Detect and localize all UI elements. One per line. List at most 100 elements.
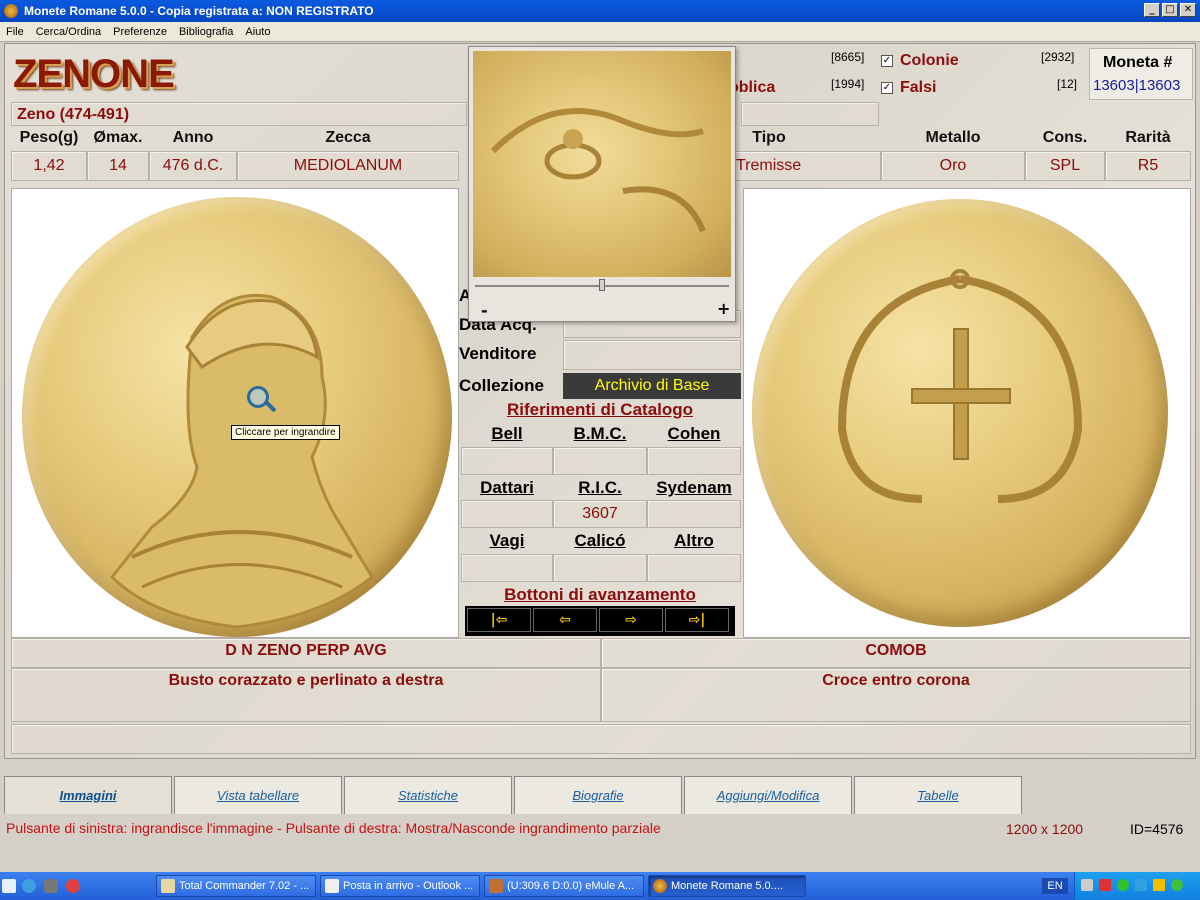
- tray-k-icon[interactable]: [1099, 879, 1111, 891]
- menu-file[interactable]: File: [0, 26, 30, 38]
- obverse-coin[interactable]: [22, 197, 452, 637]
- catalog-altro-value[interactable]: [647, 554, 741, 582]
- header-anno: Anno: [172, 129, 214, 146]
- nav-prev-button[interactable]: ⇦: [533, 608, 597, 632]
- tab-immagini[interactable]: Immagini: [4, 776, 172, 814]
- tray-blue-icon[interactable]: [1135, 879, 1147, 891]
- notes-cell: [11, 724, 1191, 754]
- task-emule[interactable]: (U:309.6 D:0.0) eMule A...: [484, 875, 644, 897]
- menu-preferenze[interactable]: Preferenze: [107, 26, 173, 38]
- tab-biografie[interactable]: Biografie: [514, 776, 682, 814]
- reverse-coin[interactable]: [752, 199, 1168, 627]
- menu-aiuto[interactable]: Aiuto: [239, 26, 276, 38]
- value-cons: SPL: [1025, 151, 1105, 181]
- window-title: Monete Romane 5.0.0 - Copia registrata a…: [24, 4, 374, 18]
- status-hint: Pulsante di sinistra: ingrandisce l'imma…: [6, 820, 661, 836]
- quicklaunch-media-icon[interactable]: [22, 879, 36, 893]
- quicklaunch-app-icon[interactable]: [44, 879, 58, 893]
- catalog-vagi-value[interactable]: [461, 554, 553, 582]
- catalog-ric-value[interactable]: 3607: [553, 500, 647, 528]
- nav-next-button[interactable]: ⇨: [599, 608, 663, 632]
- value-rarita: R5: [1105, 151, 1191, 181]
- catalog-bmc-label: B.M.C.: [573, 424, 627, 443]
- tray-status-icon[interactable]: [1171, 879, 1183, 891]
- filter-1-checkbox[interactable]: ✓: [881, 55, 893, 67]
- nav-first-button[interactable]: |⇦: [467, 608, 531, 632]
- reign-cell-right: [741, 102, 879, 126]
- emperor-name: ZENONE: [13, 52, 175, 96]
- falsi-count: [12]: [1057, 77, 1078, 91]
- tab-tabelle[interactable]: Tabelle: [854, 776, 1022, 814]
- catalog-bell-value[interactable]: [461, 447, 553, 475]
- falsi-label: Falsi: [900, 79, 937, 96]
- coin-icon: [653, 879, 667, 893]
- zoom-popup[interactable]: - +: [468, 46, 736, 322]
- task-total-commander[interactable]: Total Commander 7.02 - ...: [156, 875, 316, 897]
- tab-vista-tabellare[interactable]: Vista tabellare: [174, 776, 342, 814]
- minimize-button[interactable]: _: [1144, 3, 1160, 17]
- header-peso: Peso(g): [19, 129, 79, 146]
- header-diametro: Ømax.: [93, 129, 143, 146]
- nav-title: Bottoni di avanzamento: [504, 585, 696, 604]
- zoom-detail-drawing: [490, 108, 706, 233]
- catalog-vagi-label: Vagi: [489, 531, 525, 550]
- obverse-bust-drawing: [109, 293, 374, 629]
- catalog-altro-label: Altro: [674, 531, 714, 550]
- reverse-description: Croce entro corona: [822, 672, 970, 689]
- status-size: 1200 x 1200: [1006, 821, 1084, 837]
- catalog-cohen-value[interactable]: [647, 447, 741, 475]
- tab-statistiche[interactable]: Statistiche: [344, 776, 512, 814]
- obverse-legend: D N ZENO PERP AVG: [225, 642, 387, 659]
- reverse-image[interactable]: [743, 188, 1191, 638]
- catalog-dattari-label: Dattari: [480, 478, 534, 497]
- app-coin-icon: [4, 4, 18, 18]
- system-tray: [1074, 872, 1200, 900]
- filter-2-checkbox[interactable]: ✓: [881, 82, 893, 94]
- nav-last-button[interactable]: ⇨|: [665, 608, 729, 632]
- catalog-bmc-value[interactable]: [553, 447, 647, 475]
- status-id: ID=4576: [1130, 821, 1184, 837]
- catalog-sydenam-label: Sydenam: [656, 478, 732, 497]
- collezione-field[interactable]: Archivio di Base: [563, 373, 741, 399]
- menu-bibliografia[interactable]: Bibliografia: [173, 26, 239, 38]
- filter-1-count: [8665]: [831, 50, 865, 64]
- moneta-label: Moneta #: [1103, 54, 1173, 71]
- catalog-calico-label: Calicó: [574, 531, 626, 550]
- tray-network-icon[interactable]: [1081, 879, 1093, 891]
- maximize-button[interactable]: □: [1162, 3, 1178, 17]
- tab-aggiungi-modifica[interactable]: Aggiungi/Modifica: [684, 776, 852, 814]
- quicklaunch-browser-icon[interactable]: [66, 879, 80, 893]
- quicklaunch-desktop-icon[interactable]: [2, 879, 16, 893]
- task-label: Posta in arrivo - Outlook ...: [343, 880, 474, 892]
- obverse-image[interactable]: [11, 188, 459, 638]
- task-label: Total Commander 7.02 - ...: [179, 880, 310, 892]
- floppy-icon: [161, 879, 175, 893]
- task-label: (U:309.6 D:0.0) eMule A...: [507, 880, 635, 892]
- filter-2-count: [1994]: [831, 77, 865, 91]
- catalog-title: Riferimenti di Catalogo: [506, 400, 694, 419]
- venditore-field[interactable]: [563, 340, 741, 370]
- reign-text: Zeno (474-491): [17, 106, 130, 123]
- catalog-cohen-label: Cohen: [667, 424, 721, 443]
- task-monete-romane[interactable]: Monete Romane 5.0....: [648, 875, 806, 897]
- zoom-image[interactable]: [473, 51, 731, 277]
- task-outlook[interactable]: Posta in arrivo - Outlook ...: [320, 875, 480, 897]
- reverse-legend: COMOB: [865, 642, 927, 659]
- title-bar: Monete Romane 5.0.0 - Copia registrata a…: [0, 0, 1200, 22]
- catalog-sydenam-value[interactable]: [647, 500, 741, 528]
- tray-green-icon[interactable]: [1117, 879, 1129, 891]
- header-metallo: Metallo: [925, 129, 981, 146]
- catalog-bell-label: Bell: [491, 424, 523, 443]
- value-peso: 1,42: [11, 151, 87, 181]
- close-button[interactable]: ✕: [1180, 3, 1196, 17]
- zoom-slider-thumb[interactable]: [599, 279, 605, 291]
- catalog-dattari-value[interactable]: [461, 500, 553, 528]
- tray-shield-icon[interactable]: [1153, 879, 1165, 891]
- catalog-calico-value[interactable]: [553, 554, 647, 582]
- mail-icon: [325, 879, 339, 893]
- collezione-label: Collezione: [459, 376, 545, 395]
- zoom-minus-label: -: [481, 301, 488, 320]
- menu-cerca-ordina[interactable]: Cerca/Ordina: [30, 26, 107, 38]
- language-indicator[interactable]: EN: [1042, 878, 1068, 894]
- tab-bar: Immagini Vista tabellare Statistiche Bio…: [4, 776, 1196, 814]
